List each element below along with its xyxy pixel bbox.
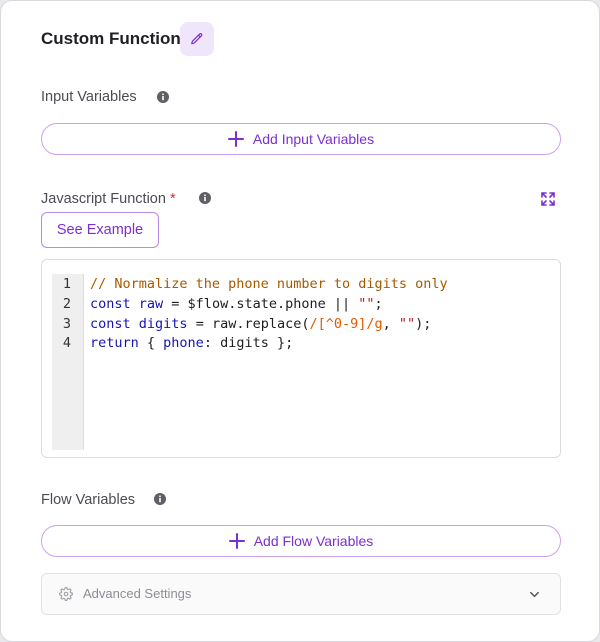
info-icon[interactable] (154, 493, 166, 505)
edit-title-button[interactable] (180, 22, 214, 56)
advanced-settings-label: Advanced Settings (83, 586, 192, 601)
code-line-3: const digits = raw.replace(/[^0-9]/g, ""… (90, 316, 432, 332)
code-line-4: return { phone: digits }; (90, 335, 294, 351)
line-number: 4 (62, 335, 71, 351)
see-example-button[interactable]: See Example (41, 212, 159, 248)
info-icon[interactable] (157, 91, 169, 103)
add-input-variables-button[interactable]: Add Input Variables (41, 123, 561, 155)
line-number: 1 (62, 276, 71, 292)
plus-icon (227, 131, 244, 147)
expand-icon[interactable] (541, 192, 555, 206)
add-flow-variables-label: Add Flow Variables (253, 533, 374, 549)
input-variables-label: Input Variables (41, 89, 137, 105)
javascript-function-label: Javascript Function * (41, 191, 176, 207)
code-line-2: const raw = $flow.state.phone || ""; (90, 296, 383, 312)
line-number: 3 (62, 316, 71, 332)
add-input-variables-label: Add Input Variables (252, 131, 375, 147)
javascript-function-text: Javascript Function (41, 191, 166, 207)
advanced-settings-toggle[interactable]: Advanced Settings (41, 573, 561, 615)
required-marker: * (169, 191, 176, 207)
flow-variables-label: Flow Variables (41, 492, 136, 508)
gear-icon (59, 587, 73, 601)
add-flow-variables-button[interactable]: Add Flow Variables (41, 525, 561, 557)
code-editor[interactable]: 1 2 3 4 // Normalize the phone number to… (41, 259, 561, 458)
custom-function-panel: Custom Function Input Variables Add Inpu… (0, 0, 600, 642)
code-line-1: // Normalize the phone number to digits … (90, 276, 448, 292)
plus-icon (228, 533, 245, 549)
code-comment: // Normalize the phone number to digits … (90, 276, 448, 292)
info-icon[interactable] (199, 192, 211, 204)
panel-title: Custom Function (41, 29, 181, 48)
pencil-icon (191, 33, 203, 45)
line-number-gutter: 1 2 3 4 (52, 274, 84, 450)
line-number: 2 (62, 296, 71, 312)
chevron-down-icon (530, 591, 539, 598)
